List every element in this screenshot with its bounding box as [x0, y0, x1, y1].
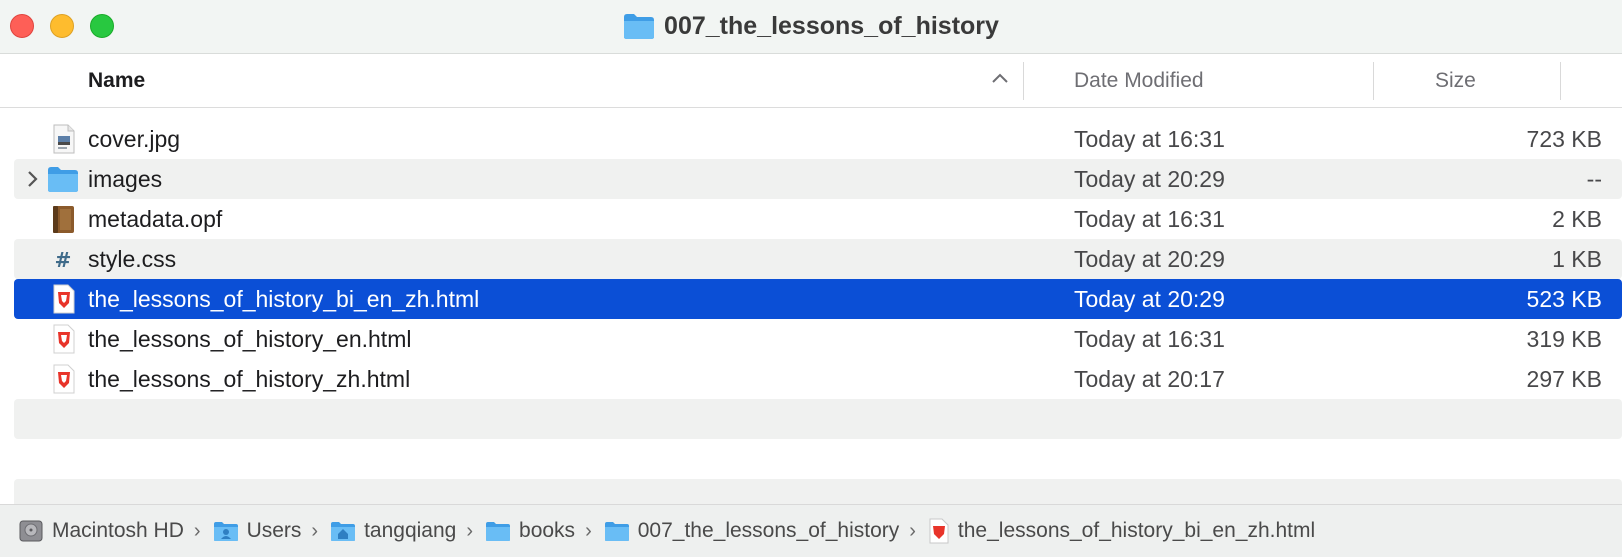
path-separator-icon: ›	[311, 519, 319, 542]
column-header: Name Date Modified Size	[0, 54, 1622, 108]
file-name: the_lessons_of_history_en.html	[88, 326, 412, 352]
file-row[interactable]: the_lessons_of_history_en.html Today at …	[14, 319, 1622, 359]
path-bar: Macintosh HD › Users › tangqiang › books…	[0, 504, 1622, 557]
folder-icon	[604, 522, 629, 541]
column-size-header[interactable]: Size	[1435, 54, 1476, 107]
chevron-right-icon[interactable]	[22, 169, 42, 189]
folder-icon	[486, 522, 511, 541]
title-bar: 007_the_lessons_of_history	[0, 0, 1622, 54]
file-date: Today at 20:29	[1074, 246, 1225, 272]
file-name: style.css	[88, 246, 177, 272]
file-size: 723 KB	[1526, 126, 1602, 152]
window-title: 007_the_lessons_of_history	[0, 9, 1622, 49]
file-size: 297 KB	[1526, 366, 1602, 392]
file-row-selected[interactable]: the_lessons_of_history_bi_en_zh.html Tod…	[14, 279, 1622, 319]
empty-row	[14, 399, 1622, 439]
file-row[interactable]: metadata.opf Today at 16:31 2 KB	[14, 199, 1622, 239]
file-size: 1 KB	[1552, 246, 1602, 272]
file-name: the_lessons_of_history_bi_en_zh.html	[88, 286, 480, 312]
path-item-macintosh-hd[interactable]: Macintosh HD	[18, 518, 184, 544]
file-size: 523 KB	[1526, 286, 1602, 312]
html-file-icon	[53, 284, 75, 314]
breadcrumb: Macintosh HD › Users › tangqiang › books…	[18, 505, 1315, 557]
path-separator-icon: ›	[193, 519, 201, 542]
path-item-books[interactable]: books	[485, 519, 575, 543]
file-date: Today at 16:31	[1074, 326, 1225, 352]
path-item-label: the_lessons_of_history_bi_en_zh.html	[957, 519, 1316, 542]
path-item-label: Users	[246, 519, 302, 542]
book-icon	[53, 206, 74, 233]
window-title-text: 007_the_lessons_of_history	[664, 12, 999, 40]
folder-icon	[48, 167, 78, 192]
file-date: Today at 20:17	[1074, 366, 1225, 392]
folder-row[interactable]: images Today at 20:29 --	[14, 159, 1622, 199]
path-item-users[interactable]: Users	[213, 519, 302, 543]
column-divider[interactable]	[1373, 62, 1374, 100]
path-item-selected-file[interactable]: the_lessons_of_history_bi_en_zh.html	[928, 518, 1315, 544]
file-row[interactable]: cover.jpg Today at 16:31 723 KB	[14, 119, 1622, 159]
css-file-icon: #	[55, 248, 72, 272]
file-name: cover.jpg	[88, 126, 181, 152]
image-file-icon	[53, 124, 75, 154]
file-name: the_lessons_of_history_zh.html	[88, 366, 411, 392]
path-item-label: books	[519, 519, 576, 542]
file-date: Today at 16:31	[1074, 206, 1225, 232]
path-item-label: tangqiang	[364, 519, 457, 542]
file-size: --	[1586, 166, 1602, 192]
path-item-current-folder[interactable]: 007_the_lessons_of_history	[604, 519, 900, 543]
users-folder-icon	[213, 522, 238, 541]
column-divider[interactable]	[1560, 62, 1561, 100]
hard-drive-icon	[19, 520, 43, 542]
html-file-icon	[53, 364, 75, 394]
path-separator-icon: ›	[585, 519, 592, 542]
file-name: metadata.opf	[88, 206, 223, 232]
file-size: 319 KB	[1526, 326, 1602, 352]
file-date: Today at 20:29	[1074, 286, 1225, 312]
path-item-label: 007_the_lessons_of_history	[637, 519, 900, 542]
path-separator-icon: ›	[909, 519, 916, 542]
file-row[interactable]: # style.css Today at 20:29 1 KB	[14, 239, 1622, 279]
file-date: Today at 16:31	[1074, 126, 1225, 152]
column-date-modified-header[interactable]: Date Modified	[1074, 54, 1204, 107]
empty-row	[14, 439, 1622, 479]
file-size: 2 KB	[1552, 206, 1602, 232]
folder-icon	[624, 14, 655, 39]
path-separator-icon: ›	[466, 519, 474, 542]
path-item-home[interactable]: tangqiang	[330, 519, 456, 543]
svg-text:#: #	[55, 248, 72, 272]
file-date: Today at 20:29	[1074, 166, 1225, 192]
path-item-label: Macintosh HD	[52, 519, 184, 542]
html-file-icon	[53, 324, 75, 354]
file-row[interactable]: the_lessons_of_history_zh.html Today at …	[14, 359, 1622, 399]
home-folder-icon	[331, 522, 356, 541]
file-name: images	[88, 166, 163, 192]
column-name-header[interactable]: Name	[88, 54, 145, 107]
html-file-icon	[929, 518, 949, 544]
file-list: cover.jpg Today at 16:31 723 KB images T…	[14, 119, 1622, 519]
column-divider[interactable]	[1023, 62, 1024, 100]
sort-ascending-icon[interactable]	[991, 71, 1009, 85]
